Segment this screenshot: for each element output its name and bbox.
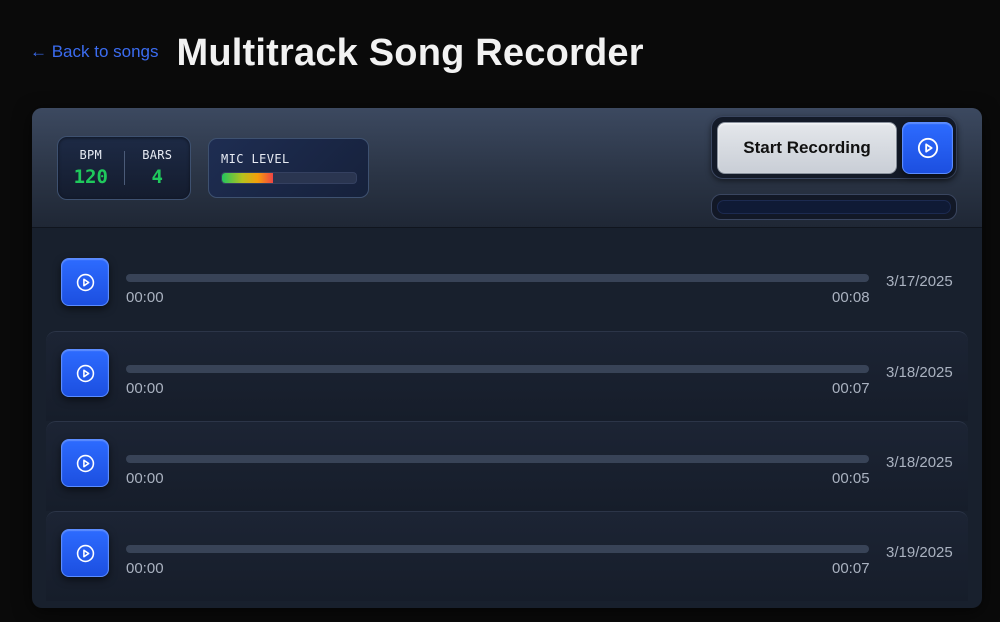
- mic-level-label: MIC LEVEL: [221, 152, 290, 166]
- track-date: 3/18/2025: [886, 364, 953, 381]
- track-progress-bar[interactable]: [126, 455, 869, 463]
- track-play-button[interactable]: [61, 529, 109, 577]
- track-date: 3/18/2025: [886, 454, 953, 471]
- track-duration: 00:07: [832, 380, 870, 397]
- track-progress-bar[interactable]: [126, 365, 869, 373]
- track-play-button[interactable]: [61, 258, 109, 306]
- tempo-display: BPM 120 BARS 4: [57, 136, 191, 200]
- play-circle-icon: [917, 137, 938, 159]
- recording-progress-track: [717, 200, 951, 214]
- track-progress-bar[interactable]: [126, 274, 869, 282]
- track-play-button[interactable]: [61, 439, 109, 487]
- bars-cell: BARS 4: [125, 148, 191, 188]
- track-current-time: 00:00: [126, 560, 164, 577]
- record-controls: Start Recording: [711, 116, 957, 179]
- track-progress-bar[interactable]: [126, 545, 869, 553]
- recorder-panel: BPM 120 BARS 4 MIC LEVEL Start Recording: [32, 108, 982, 608]
- track-list: 00:00 00:08 3/17/2025 00:00 00:07 3/18/2…: [46, 241, 968, 601]
- track-date: 3/19/2025: [886, 544, 953, 561]
- track-row: 00:00 00:07 3/18/2025: [46, 331, 968, 421]
- bpm-value: 120: [73, 166, 108, 188]
- bars-label: BARS: [142, 148, 173, 162]
- start-recording-button[interactable]: Start Recording: [717, 122, 897, 174]
- recorder-toolbar: BPM 120 BARS 4 MIC LEVEL Start Recording: [32, 108, 982, 228]
- track-duration: 00:07: [832, 560, 870, 577]
- mic-level-track: [221, 172, 357, 184]
- track-date: 3/17/2025: [886, 273, 953, 290]
- play-circle-icon: [76, 544, 94, 562]
- play-circle-icon: [76, 364, 94, 382]
- track-current-time: 00:00: [126, 470, 164, 487]
- back-to-songs-link[interactable]: ← Back to songs: [30, 42, 159, 62]
- track-row: 00:00 00:08 3/17/2025: [46, 241, 968, 331]
- bpm-label: BPM: [79, 148, 103, 162]
- page-header: ← Back to songs Multitrack Song Recorder: [30, 30, 644, 76]
- bars-value: 4: [151, 166, 163, 188]
- track-row: 00:00 00:05 3/18/2025: [46, 421, 968, 511]
- mic-level-fill: [222, 173, 273, 183]
- track-current-time: 00:00: [126, 380, 164, 397]
- recording-progress-bar: [711, 194, 957, 220]
- play-circle-icon: [76, 273, 94, 291]
- play-circle-icon: [76, 454, 94, 472]
- bpm-cell: BPM 120: [58, 148, 124, 188]
- play-all-button[interactable]: [902, 122, 953, 174]
- track-play-button[interactable]: [61, 349, 109, 397]
- track-duration: 00:08: [832, 289, 870, 306]
- track-current-time: 00:00: [126, 289, 164, 306]
- page-title: Multitrack Song Recorder: [176, 31, 644, 74]
- mic-level-meter: MIC LEVEL: [208, 138, 369, 198]
- track-row: 00:00 00:07 3/19/2025: [46, 511, 968, 601]
- track-duration: 00:05: [832, 470, 870, 487]
